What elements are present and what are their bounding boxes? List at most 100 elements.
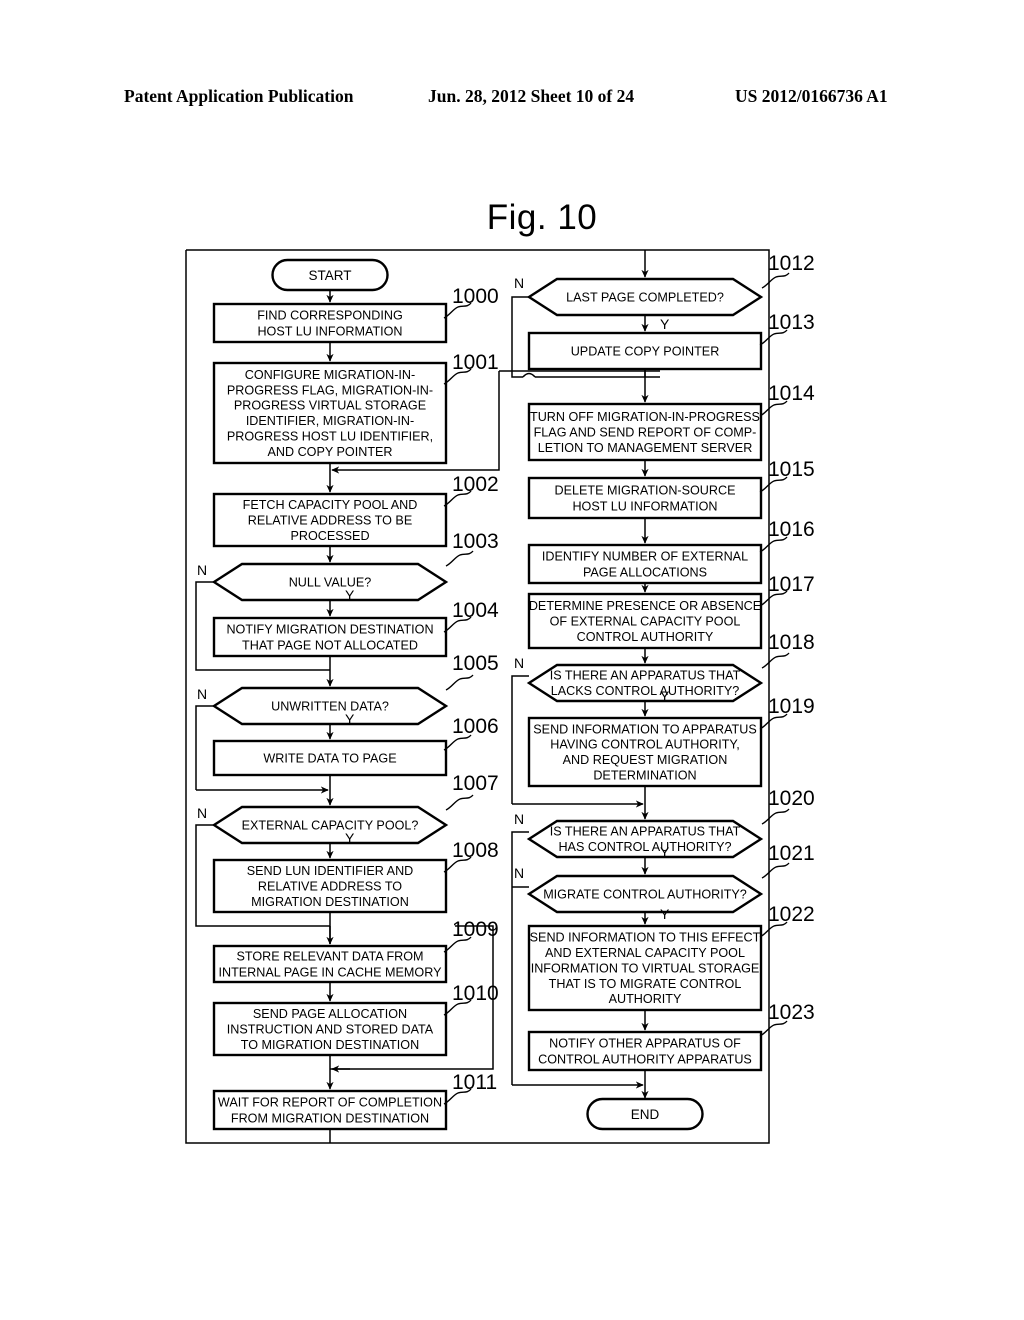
no-branch-1012 [511,296,529,378]
reference-numeral-1014: 1014 [768,382,815,405]
box-text-line: SEND PAGE ALLOCATION [253,1007,407,1021]
box-text-line: RELATIVE ADDRESS TO BE [248,513,412,527]
reference-numeral-1019: 1019 [768,695,815,718]
reference-numeral-1015: 1015 [768,458,815,481]
box-text-line: HOST LU INFORMATION [257,324,402,338]
reference-leader [761,862,790,879]
no-branch-1018 [511,675,529,804]
box-text-line: NULL VALUE? [289,575,372,589]
box-text-line: PROGRESS FLAG, MIGRATION-IN- [227,383,433,397]
box-text-line: CONTROL AUTHORITY [577,630,714,644]
box-text-line: DETERMINE PRESENCE OR ABSENCE [529,599,761,613]
branch-label-yes: Y [345,711,355,727]
reference-numeral-1016: 1016 [768,518,815,541]
branch-label-yes: Y [660,316,670,332]
box-text-line: AND REQUEST MIGRATION [563,753,728,767]
box-text-line: WRITE DATA TO PAGE [263,751,396,765]
box-text-line: AUTHORITY [609,992,682,1006]
branch-label-no: N [514,865,524,881]
box-text-line: NOTIFY OTHER APPARATUS OF [549,1036,741,1050]
box-text-line: CONFIGURE MIGRATION-IN- [245,368,415,382]
branch-label-no: N [514,655,524,671]
box-text-line: IDENTIFIER, MIGRATION-IN- [246,414,414,428]
box-text-line: AND COPY POINTER [267,445,392,459]
reference-numeral-1008: 1008 [452,839,499,862]
box-text-line: FROM MIGRATION DESTINATION [231,1111,429,1125]
reference-numeral-1010: 1010 [452,982,499,1005]
reference-leader [761,272,790,289]
box-text-line: DELETE MIGRATION-SOURCE [555,483,736,497]
box-text-line: RELATIVE ADDRESS TO [258,879,402,893]
branch-label-no: N [514,275,524,291]
box-text-line: THAT IS TO MIGRATE CONTROL [549,977,742,991]
box-text-line: NOTIFY MIGRATION DESTINATION [226,622,433,636]
box-text-line: FETCH CAPACITY POOL AND [243,498,418,512]
reference-numeral-1007: 1007 [452,772,499,795]
line-hop [522,372,536,378]
terminator-label: START [308,268,351,283]
flowchart-canvas: START FIND CORRESPONDING HOST LU INFORMATI… [185,249,815,1144]
box-text-line: THAT PAGE NOT ALLOCATED [242,638,418,652]
box-text-line: WAIT FOR REPORT OF COMPLETION [218,1095,442,1109]
branch-label-no: N [197,686,207,702]
box-text-line: IDENTIFY NUMBER OF EXTERNAL [542,549,748,563]
branch-label-yes: Y [345,587,355,603]
reference-numeral-1023: 1023 [768,1001,815,1024]
reference-numeral-1003: 1003 [452,530,499,553]
reference-numeral-1006: 1006 [452,715,499,738]
box-text-line: IS THERE AN APPARATUS THAT [550,825,741,839]
branch-label-yes: Y [660,906,670,922]
box-text-line: PROGRESS VIRTUAL STORAGE [234,399,426,413]
reference-leader [445,674,474,691]
return-path-to-1001 [455,371,500,471]
box-text-line: PROCESSED [290,529,369,543]
reference-numeral-1020: 1020 [768,787,815,810]
box-text-line: TURN OFF MIGRATION-IN-PROGRESS [530,410,760,424]
box-text-line: INTERNAL PAGE IN CACHE MEMORY [219,965,443,979]
reference-numeral-1009: 1009 [452,918,499,941]
box-text-line: SEND INFORMATION TO THIS EFFECT [530,931,761,945]
box-text-line: INSTRUCTION AND STORED DATA [227,1022,434,1036]
reference-leader [445,794,474,811]
box-text-line: LAST PAGE COMPLETED? [566,290,724,304]
box-text-line: INFORMATION TO VIRTUAL STORAGE [531,961,760,975]
box-text-line: MIGRATION DESTINATION [251,895,409,909]
box-text-line: LETION TO MANAGEMENT SERVER [538,441,753,455]
branch-label-no: N [514,811,524,827]
box-text-line: UNWRITTEN DATA? [271,699,389,713]
box-text-line: FLAG AND SEND REPORT OF COMP- [534,425,757,439]
box-text-line: TO MIGRATION DESTINATION [241,1038,419,1052]
reference-numeral-1022: 1022 [768,903,815,926]
box-text-line: UPDATE COPY POINTER [571,344,720,358]
reference-numeral-1000: 1000 [452,285,499,308]
box-text-line: LACKS CONTROL AUTHORITY? [551,684,739,698]
box-text-line: DETERMINATION [593,769,696,783]
box-text-line: HOST LU INFORMATION [572,499,717,513]
reference-numeral-1005: 1005 [452,652,499,675]
reference-leader [761,808,790,825]
reference-numeral-1004: 1004 [452,599,499,622]
box-text-line: HAS CONTROL AUTHORITY? [558,840,731,854]
reference-numeral-1001: 1001 [452,351,499,374]
reference-numeral-1013: 1013 [768,311,815,334]
box-text-line: STORE RELEVANT DATA FROM [236,949,423,963]
box-text-line: FIND CORRESPONDING [257,308,403,322]
branch-label-no: N [197,562,207,578]
reference-numeral-1002: 1002 [452,473,499,496]
branch-label-yes: Y [660,844,670,860]
box-text-line: SEND INFORMATION TO APPARATUS [533,722,756,736]
box-text-line: HAVING CONTROL AUTHORITY, [550,738,739,752]
box-text-line: OF EXTERNAL CAPACITY POOL [550,614,741,628]
box-text-line: PROGRESS HOST LU IDENTIFIER, [227,430,433,444]
box-text-line: SEND LUN IDENTIFIER AND [247,864,414,878]
box-text-line: AND EXTERNAL CAPACITY POOL [545,946,745,960]
reference-numeral-1012: 1012 [768,252,815,275]
reference-numeral-1017: 1017 [768,573,815,596]
no-branch-1005 [195,705,214,790]
box-text-line: MIGRATE CONTROL AUTHORITY? [543,887,747,901]
reference-numeral-1011: 1011 [452,1071,497,1094]
reference-leader [761,652,790,669]
reference-leader [445,550,474,567]
branch-label-no: N [197,805,207,821]
box-text-line: CONTROL AUTHORITY APPARATUS [538,1052,752,1066]
